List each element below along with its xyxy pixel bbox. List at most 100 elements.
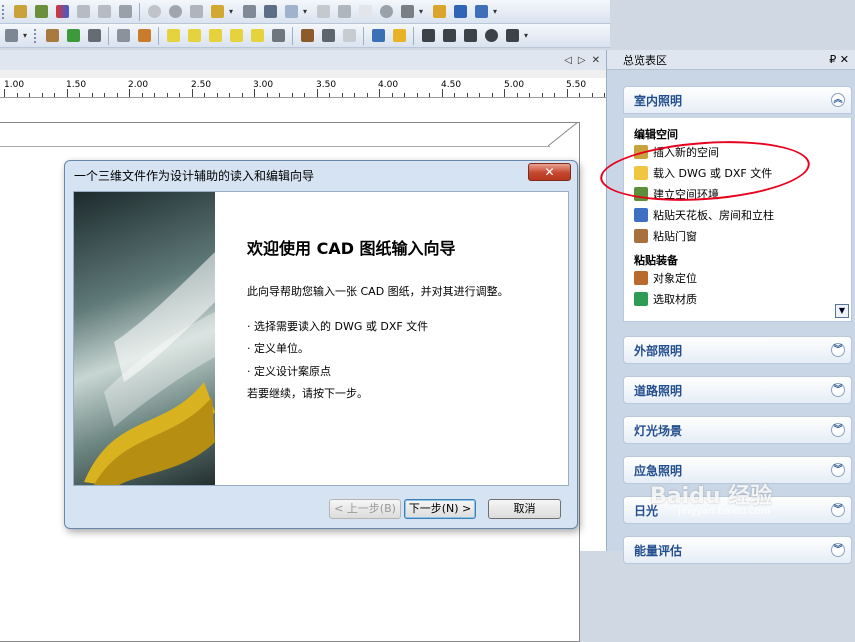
room-l-icon[interactable] <box>185 27 203 45</box>
item-paste-doors-windows[interactable]: 粘贴门窗 <box>634 228 697 244</box>
ruler-tick <box>604 93 605 97</box>
sphere-icon[interactable] <box>166 3 184 21</box>
circle-icon[interactable] <box>145 3 163 21</box>
document-icon[interactable] <box>356 3 374 21</box>
wall-icon[interactable] <box>116 3 134 21</box>
section-indoor-lighting[interactable]: 室内照明 ︽ <box>623 86 852 114</box>
ruler-label: 1.00 <box>4 80 25 90</box>
cycle-icon[interactable] <box>335 3 353 21</box>
toolbar-dropdown[interactable]: ▾ <box>23 28 31 44</box>
chevron-down-icon[interactable]: ︾ <box>831 463 845 477</box>
ruler-tick <box>391 93 393 97</box>
item-insert-space[interactable]: 插入新的空间 <box>634 144 719 160</box>
toolbar-dropdown[interactable]: ▾ <box>303 4 311 20</box>
light-icon[interactable] <box>187 3 205 21</box>
cube-icon[interactable] <box>32 3 50 21</box>
arrow-icon[interactable] <box>85 27 103 45</box>
ruler-tick <box>29 93 30 97</box>
edit-icon[interactable] <box>74 3 92 21</box>
chevron-down-icon[interactable]: ︾ <box>831 543 845 557</box>
curve-icon[interactable] <box>461 27 479 45</box>
light-disabled-icon[interactable] <box>340 27 358 45</box>
back-button[interactable]: < 上一步(B) <box>329 499 401 519</box>
nav-left-icon[interactable]: ◁ <box>564 55 572 66</box>
item-paste-ceiling[interactable]: 粘贴天花板、房间和立柱 <box>634 207 774 223</box>
building-icon[interactable] <box>269 27 287 45</box>
window-icon[interactable] <box>114 27 132 45</box>
room-u-icon[interactable] <box>227 27 245 45</box>
layout-icon[interactable] <box>472 3 490 21</box>
cancel-button[interactable]: 取消 <box>488 499 561 519</box>
chevron-down-icon[interactable]: ︾ <box>831 423 845 437</box>
polyline-icon[interactable] <box>440 27 458 45</box>
dialog-titlebar[interactable]: 一个三维文件作为设计辅助的读入和编辑向导 <box>65 161 577 189</box>
color-icon[interactable] <box>53 3 71 21</box>
measure-icon[interactable] <box>261 3 279 21</box>
item-label: 插入新的空间 <box>653 146 719 159</box>
ruler-tick <box>104 93 105 97</box>
luminaire-icon[interactable] <box>390 27 408 45</box>
chevron-up-icon[interactable]: ︽ <box>831 93 845 107</box>
toolbar-dropdown[interactable]: ▾ <box>493 4 501 20</box>
ruler-tick <box>79 93 80 97</box>
ruler-tick <box>479 93 480 97</box>
dxf-export-icon[interactable] <box>282 3 300 21</box>
frame-icon[interactable] <box>503 27 521 45</box>
image-icon[interactable] <box>135 27 153 45</box>
grid-icon[interactable] <box>319 27 337 45</box>
panel-pin-close[interactable]: ₽ ✕ <box>829 53 849 66</box>
tree-icon[interactable] <box>369 27 387 45</box>
section-exterior-lighting[interactable]: 外部照明 ︾ <box>623 336 852 364</box>
chevron-down-icon[interactable]: ︾ <box>831 343 845 357</box>
close-icon[interactable]: ✕ <box>592 55 600 66</box>
chevron-down-icon[interactable]: ︾ <box>831 503 845 517</box>
column-icon <box>634 208 648 222</box>
floor-icon[interactable] <box>298 27 316 45</box>
toolbar-grip[interactable] <box>2 4 8 19</box>
next-button[interactable]: 下一步(N) > <box>404 499 476 519</box>
section-indoor-body: 编辑空间 插入新的空间 载入 DWG 或 DXF 文件 建立空间环境 粘贴天花板… <box>623 118 852 322</box>
room-t-icon[interactable] <box>206 27 224 45</box>
wand-icon[interactable] <box>208 3 226 21</box>
section-light-scenes[interactable]: 灯光场景 ︾ <box>623 416 852 444</box>
search-icon[interactable] <box>377 3 395 21</box>
line-icon[interactable] <box>419 27 437 45</box>
ruler-tick <box>91 93 93 97</box>
ruler-tick <box>416 93 418 97</box>
panel-header: 总览表区 ₽ ✕ <box>607 50 855 70</box>
toolbar-dropdown[interactable]: ▾ <box>524 28 532 44</box>
toolbar-dropdown[interactable]: ▾ <box>229 4 237 20</box>
close-button[interactable]: ✕ <box>528 163 571 181</box>
wizard-continue: 若要继续，请按下一步。 <box>247 387 368 400</box>
wizard-intro: 此向导帮助您输入一张 CAD 图纸，并对其进行调整。 <box>247 285 509 298</box>
list-icon[interactable] <box>451 3 469 21</box>
section-energy-evaluation[interactable]: 能量评估 ︾ <box>623 536 852 564</box>
section-road-lighting[interactable]: 道路照明 ︾ <box>623 376 852 404</box>
chevron-down-icon[interactable]: ︾ <box>831 383 845 397</box>
scroll-down-button[interactable]: ▼ <box>835 304 849 318</box>
paste-icon[interactable] <box>95 3 113 21</box>
toolbar-top: ▾ ▾ ▾ ▾ <box>0 0 610 24</box>
toolbar-grip[interactable] <box>34 28 40 43</box>
clapper-icon[interactable] <box>398 3 416 21</box>
environment-icon <box>634 187 648 201</box>
plant-icon[interactable] <box>64 27 82 45</box>
puzzle-icon[interactable] <box>2 27 20 45</box>
open-icon[interactable] <box>11 3 29 21</box>
calculate-icon[interactable] <box>240 3 258 21</box>
material-icon <box>634 292 648 306</box>
ruler-tick <box>54 93 55 97</box>
room-icon[interactable] <box>164 27 182 45</box>
toolbar-dropdown[interactable]: ▾ <box>419 4 427 20</box>
item-select-material[interactable]: 选取材质 <box>634 291 697 307</box>
select-icon[interactable] <box>430 3 448 21</box>
nav-right-icon[interactable]: ▷ <box>578 55 586 66</box>
room-free-icon[interactable] <box>248 27 266 45</box>
item-load-dwg-dxf[interactable]: 载入 DWG 或 DXF 文件 <box>634 165 772 181</box>
table-icon[interactable] <box>314 3 332 21</box>
ruler-label: 4.50 <box>441 80 462 90</box>
layers-icon[interactable] <box>43 27 61 45</box>
item-build-environment[interactable]: 建立空间环境 <box>634 186 719 202</box>
target-icon[interactable] <box>482 27 500 45</box>
item-object-position[interactable]: 对象定位 <box>634 270 697 286</box>
